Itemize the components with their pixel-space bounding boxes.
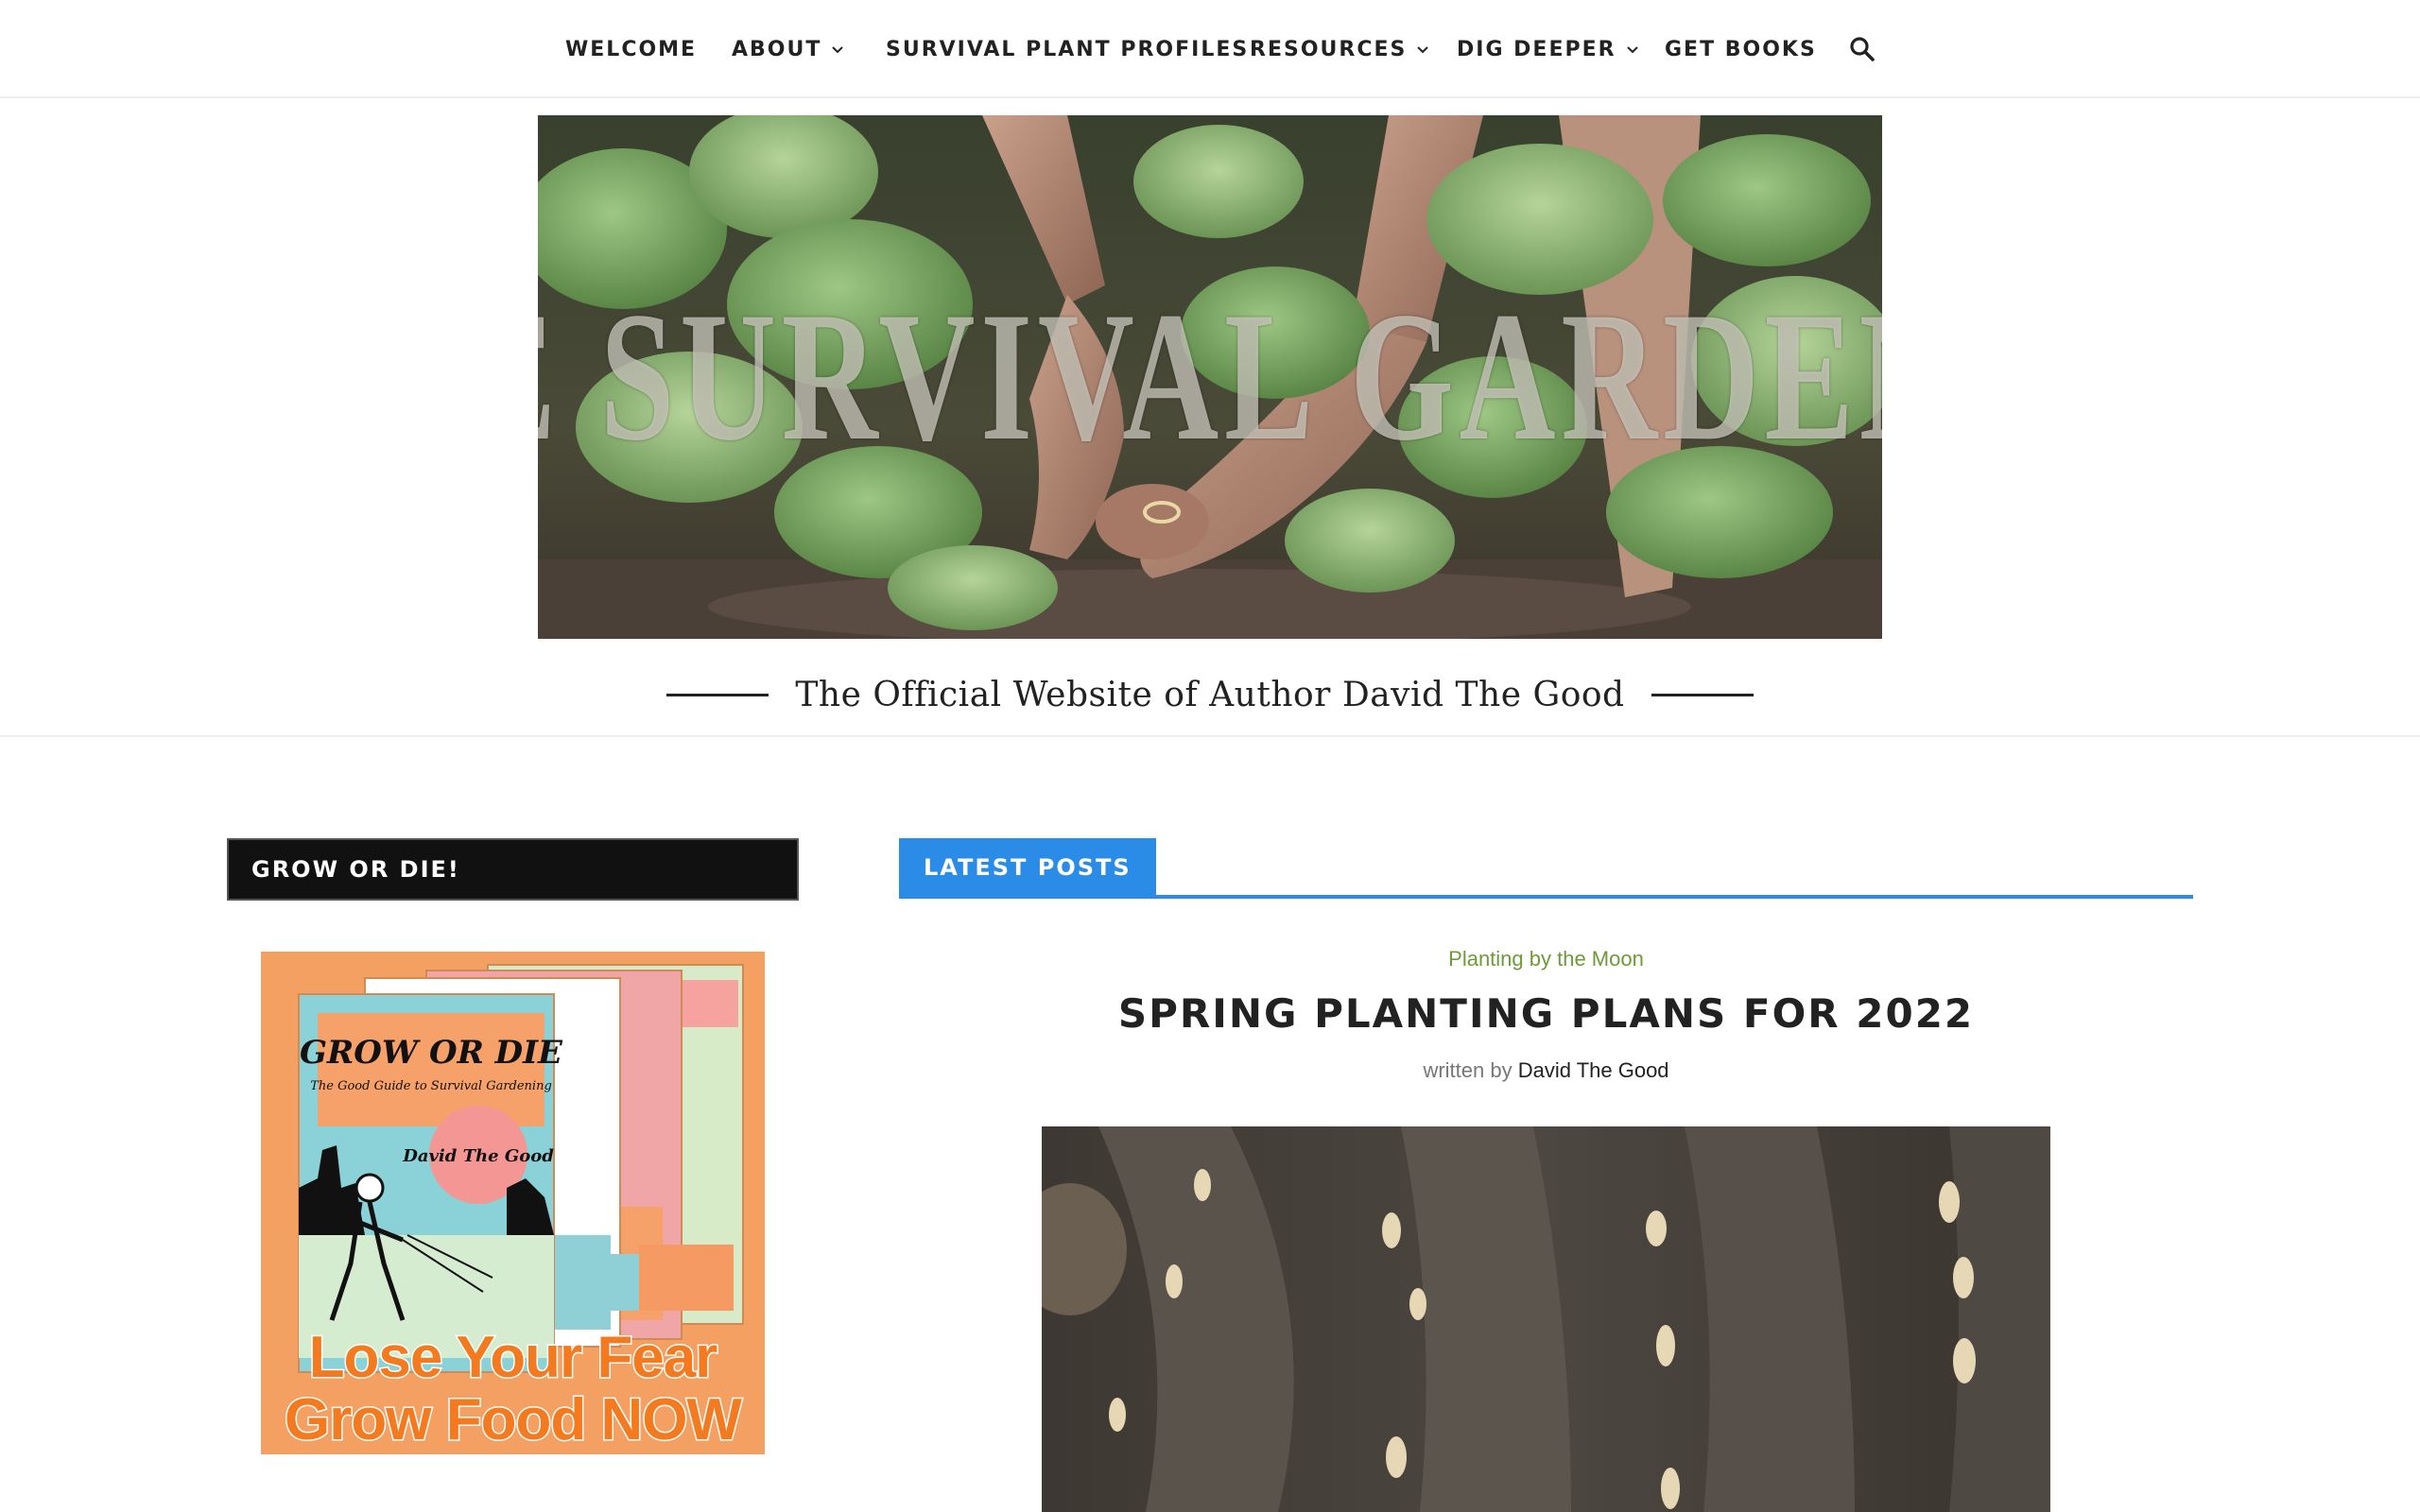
nav-label: SURVIVAL PLANT PROFILES bbox=[886, 37, 1250, 61]
latest-posts-header: LATEST POSTS bbox=[899, 838, 2193, 899]
nav-label: RESOURCES bbox=[1250, 37, 1408, 61]
header-divider bbox=[0, 735, 2420, 737]
ad-book-author: David The Good bbox=[402, 1146, 554, 1166]
nav-label: DIG DEEPER bbox=[1457, 37, 1616, 61]
potato-planting-photo bbox=[1042, 1126, 2050, 1512]
nav-label: WELCOME bbox=[565, 37, 698, 61]
post-category-link[interactable]: Planting by the Moon bbox=[899, 947, 2193, 971]
tagline-right-rule bbox=[1651, 693, 1754, 696]
post-byline: written by David The Good bbox=[899, 1058, 2193, 1083]
latest-posts-rule bbox=[899, 895, 2193, 899]
chevron-down-icon bbox=[1417, 46, 1429, 54]
latest-posts-title: LATEST POSTS bbox=[899, 838, 1156, 897]
ad-book-subtitle: The Good Guide to Survival Gardening bbox=[310, 1079, 552, 1093]
chevron-down-icon bbox=[1626, 46, 1638, 54]
nav-get-books[interactable]: GET BOOKS bbox=[1665, 32, 1817, 66]
chevron-down-icon bbox=[832, 46, 844, 54]
post-featured-image[interactable] bbox=[1042, 1126, 2050, 1512]
post-title-link[interactable]: SPRING PLANTING PLANS FOR 2022 bbox=[899, 990, 2193, 1037]
nav-label: GET BOOKS bbox=[1665, 37, 1817, 61]
site-title: THE SURVIVAL GARDENER bbox=[538, 115, 1882, 639]
nav-about[interactable]: ABOUT bbox=[732, 32, 846, 66]
search-icon[interactable] bbox=[1847, 34, 1877, 64]
nav-survival-plant-profiles[interactable]: SURVIVAL PLANT PROFILES bbox=[886, 32, 1249, 66]
ad-book-title: GROW OR DIE bbox=[300, 1034, 563, 1072]
header-banner[interactable]: THE SURVIVAL GARDENER bbox=[538, 115, 1882, 639]
site-title-text: THE SURVIVAL GARDENER bbox=[538, 274, 1882, 479]
book-ad-banner[interactable]: GROW OR DIE The Good Guide to Survival G… bbox=[261, 952, 765, 1454]
nav-welcome[interactable]: WELCOME bbox=[565, 32, 697, 66]
top-navigation: WELCOME ABOUT SURVIVAL PLANT PROFILES RE… bbox=[0, 0, 2420, 98]
byline-prefix: written by bbox=[1423, 1058, 1512, 1082]
post-author-link[interactable]: David The Good bbox=[1518, 1058, 1669, 1082]
tagline-left-rule bbox=[666, 693, 769, 696]
nav-dig-deeper[interactable]: DIG DEEPER bbox=[1457, 32, 1641, 66]
tagline: The Official Website of Author David The… bbox=[0, 662, 2420, 728]
nav-label: ABOUT bbox=[732, 37, 822, 61]
nav-resources[interactable]: RESOURCES bbox=[1250, 32, 1431, 66]
sidebar-widget-title: GROW OR DIE! bbox=[227, 838, 799, 901]
ad-headline-line1: Lose Your Fear bbox=[307, 1324, 719, 1392]
ad-headline-line2: Grow Food NOW bbox=[284, 1386, 744, 1454]
tagline-text: The Official Website of Author David The… bbox=[795, 675, 1625, 714]
